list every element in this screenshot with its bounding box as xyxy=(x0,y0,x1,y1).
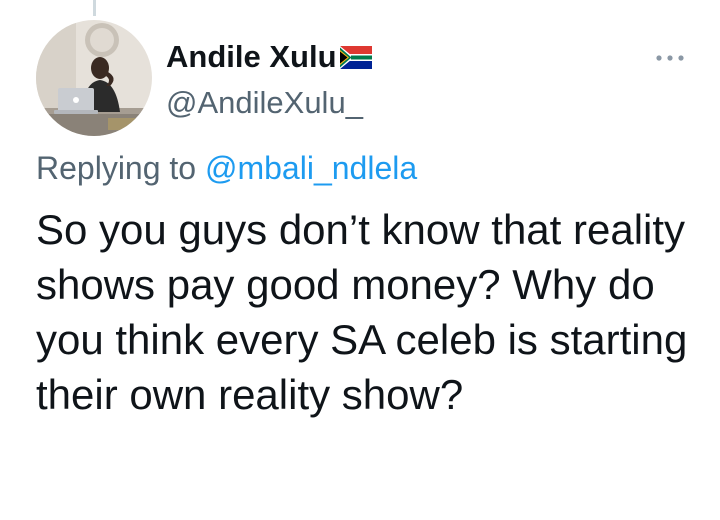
more-options-button[interactable] xyxy=(654,48,686,68)
tweet-text: So you guys don’t know that reality show… xyxy=(36,206,688,418)
author-name-row[interactable]: Andile Xulu xyxy=(166,38,372,76)
avatar[interactable] xyxy=(36,20,152,136)
thread-connector-line xyxy=(93,0,96,16)
profile-photo xyxy=(36,20,152,136)
replying-to-label: Replying to xyxy=(36,150,197,186)
more-dots-icon xyxy=(656,55,684,61)
south-africa-flag-icon xyxy=(339,45,372,69)
author-handle[interactable]: @AndileXulu_ xyxy=(166,84,363,122)
replying-to-line: Replying to @mbali_ndlela xyxy=(36,148,417,188)
author-display-name[interactable]: Andile Xulu xyxy=(166,38,337,76)
reply-to-user-link[interactable]: @mbali_ndlela xyxy=(205,150,417,186)
